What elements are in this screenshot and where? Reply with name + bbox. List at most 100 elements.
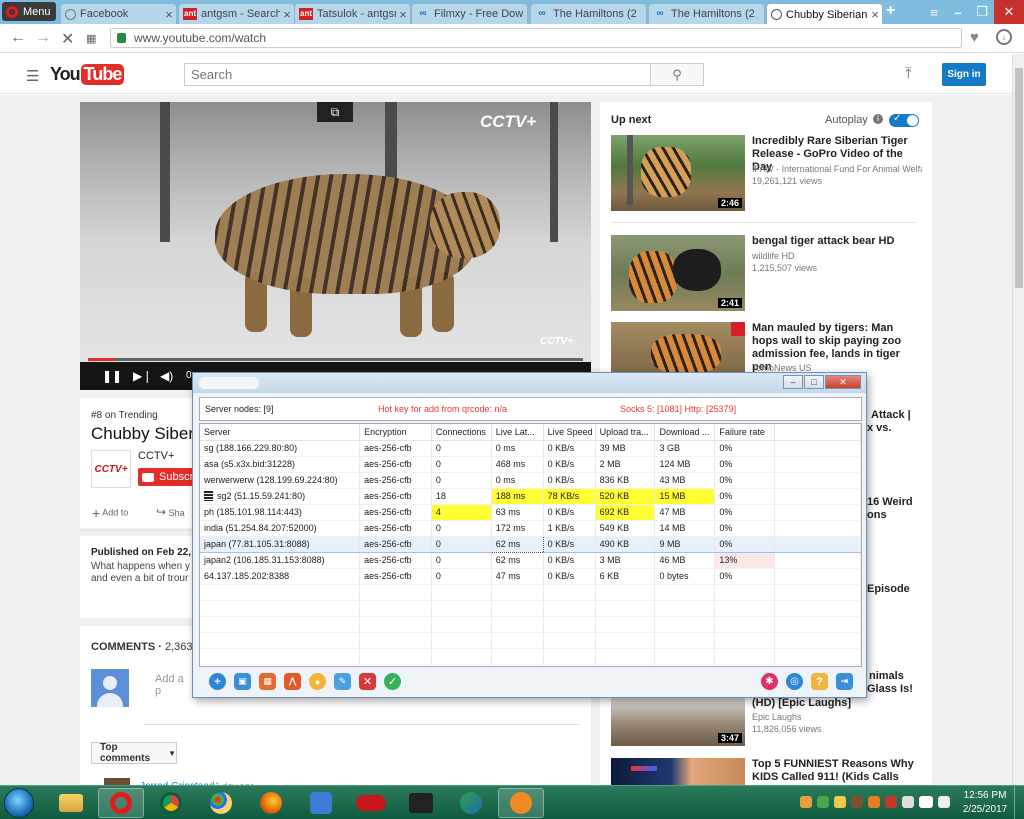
taskbar-app-firefox[interactable] xyxy=(248,788,294,818)
maximize-icon[interactable]: ❐ xyxy=(970,0,994,24)
delete-icon[interactable]: ✕ xyxy=(359,673,376,690)
autoplay-toggle[interactable]: ✓ xyxy=(889,113,919,127)
taskbar-app-terminal[interactable] xyxy=(398,788,444,818)
taskbar-app-downloader[interactable] xyxy=(448,788,494,818)
sign-in-button[interactable]: Sign in xyxy=(942,63,986,86)
opera-menu-button[interactable]: Menu xyxy=(2,2,56,21)
taskbar-app-paint[interactable] xyxy=(198,788,244,818)
tray-icon[interactable] xyxy=(800,796,812,808)
help-icon[interactable]: ? xyxy=(811,673,828,690)
volume-icon[interactable]: ◀) xyxy=(160,369,173,383)
recommended-channel[interactable]: wildlife HD xyxy=(752,251,922,261)
settings-gear-icon[interactable]: ✱ xyxy=(761,673,778,690)
start-button[interactable] xyxy=(4,788,34,818)
video-progress-bar[interactable] xyxy=(88,358,583,361)
table-row[interactable]: japan2 (106.185.31.153:8088) aes-256-cfb… xyxy=(200,552,861,569)
minimize-icon[interactable]: – xyxy=(946,0,970,24)
recommended-title[interactable]: Top 5 FUNNIEST Reasons Why KIDS Called 9… xyxy=(752,758,920,784)
grid-icon[interactable]: ▦ xyxy=(259,673,276,690)
recommended-title-clipped[interactable]: nimals xyxy=(869,670,904,682)
url-field[interactable]: www.youtube.com/watch xyxy=(110,28,962,48)
speed-dial-grid-icon[interactable]: ▦ xyxy=(86,32,96,45)
video-player[interactable]: CCTV+ CCTV+ ⧉ ❚❚ ▶❘ ◀) 0: xyxy=(80,102,591,390)
taskbar-app-chrome[interactable] xyxy=(148,788,194,818)
tab-antgsm-search[interactable]: ant antgsm - Search F × xyxy=(178,3,295,24)
tray-icon[interactable] xyxy=(868,796,880,808)
flag-icon[interactable] xyxy=(885,796,897,808)
recommended-channel[interactable]: Epic Laughs xyxy=(752,712,922,722)
recommended-title-clipped[interactable]: 16 Weird xyxy=(867,496,913,508)
globe-icon[interactable]: ◎ xyxy=(786,673,803,690)
add-server-icon[interactable]: + xyxy=(209,673,226,690)
bulb-icon[interactable]: ● xyxy=(309,673,326,690)
tray-icon[interactable] xyxy=(817,796,829,808)
signal-strength-icon[interactable] xyxy=(919,796,933,808)
tab-filmxy[interactable]: ∞ Filmxy - Free Dow xyxy=(411,3,528,24)
close-icon[interactable]: × xyxy=(162,7,176,22)
close-window-icon[interactable]: ✕ xyxy=(994,0,1024,24)
close-icon[interactable]: × xyxy=(868,7,882,22)
tab-tatsulok[interactable]: ant Tatsulok - antgsm × xyxy=(294,3,411,24)
search-input[interactable] xyxy=(184,63,651,86)
column-header-encryption[interactable]: Encryption xyxy=(359,424,432,441)
tab-hamiltons-2[interactable]: ∞ The Hamiltons (2 xyxy=(648,3,765,24)
recommended-thumbnail[interactable]: 2:41 xyxy=(611,235,745,311)
picture-in-picture-icon[interactable]: ⧉ xyxy=(317,102,353,122)
channel-avatar[interactable]: CCTV+ xyxy=(91,450,131,488)
tray-icon[interactable] xyxy=(902,796,914,808)
maximize-icon[interactable]: □ xyxy=(804,375,824,389)
qrcode-icon[interactable]: ▣ xyxy=(234,673,251,690)
table-row[interactable]: 64.137.185.202:8388 aes-256-cfb 0 47 ms … xyxy=(200,568,861,585)
tray-icon[interactable] xyxy=(851,796,863,808)
taskbar-app-opera[interactable] xyxy=(98,788,144,818)
tray-icon[interactable] xyxy=(834,796,846,808)
tab-facebook[interactable]: Facebook × xyxy=(60,3,177,24)
table-row[interactable]: india (51.254.84.207:52000) aes-256-cfb … xyxy=(200,520,861,537)
share-nodes-icon[interactable]: ⋀ xyxy=(284,673,301,690)
tab-chubby-siberian[interactable]: Chubby Siberian T × xyxy=(766,3,883,25)
hamburger-menu-icon[interactable]: ☰ xyxy=(26,67,39,85)
edit-icon[interactable]: ✎ xyxy=(334,673,351,690)
pause-icon[interactable]: ❚❚ xyxy=(102,369,122,383)
column-header-speed[interactable]: Live Speed xyxy=(543,424,596,441)
taskbar-app-proxy[interactable] xyxy=(498,788,544,818)
column-header-connections[interactable]: Connections xyxy=(431,424,492,441)
recommended-title-clipped[interactable]: ons xyxy=(867,509,887,521)
trending-badge[interactable]: #8 on Trending xyxy=(91,410,158,421)
comment-input[interactable]: Add a p xyxy=(144,672,192,698)
table-row-selected[interactable]: japan (77.81.105.31:8088) aes-256-cfb 0 … xyxy=(200,535,861,553)
show-desktop-button[interactable] xyxy=(1014,786,1024,819)
column-header-failure[interactable]: Failure rate xyxy=(714,424,776,441)
clock-time[interactable]: 12:56 PM xyxy=(960,790,1010,801)
new-tab-plus-icon[interactable]: + xyxy=(886,2,895,20)
close-icon[interactable]: × xyxy=(396,7,410,22)
forward-arrow-icon[interactable]: → xyxy=(35,29,51,47)
recommended-thumbnail[interactable]: 3:47 xyxy=(611,698,745,746)
recommended-title[interactable]: bengal tiger attack bear HD xyxy=(752,235,920,248)
scrollbar-thumb[interactable] xyxy=(1015,68,1023,288)
recommended-title[interactable]: (HD) [Epic Laughs] xyxy=(752,697,920,710)
tab-hamiltons-1[interactable]: ∞ The Hamiltons (2 xyxy=(530,3,647,24)
next-icon[interactable]: ▶❘ xyxy=(133,369,152,383)
column-header-download[interactable]: Download ... xyxy=(654,424,716,441)
close-icon[interactable]: ✕ xyxy=(825,375,861,389)
subscribe-button[interactable]: Subscri xyxy=(138,468,198,486)
table-row[interactable]: sg (188.166.229.80:80) aes-256-cfb 0 0 m… xyxy=(200,440,861,457)
column-header-latency[interactable]: Live Lat... xyxy=(491,424,544,441)
sort-comments-dropdown[interactable]: Top comments ▼ xyxy=(91,742,177,764)
minimize-icon[interactable]: – xyxy=(783,375,803,389)
recommended-title-clipped[interactable]: Attack | xyxy=(871,409,911,421)
window-titlebar[interactable]: – □ ✕ xyxy=(193,373,866,393)
add-to-button[interactable]: + Add to xyxy=(92,505,128,521)
download-icon[interactable]: ↓ xyxy=(996,29,1012,45)
heart-icon[interactable]: ♥ xyxy=(970,29,979,46)
close-icon[interactable]: × xyxy=(280,7,294,22)
column-header-server[interactable]: Server xyxy=(200,424,361,441)
recommended-thumbnail[interactable] xyxy=(611,758,745,785)
share-button[interactable]: ↪ Sha xyxy=(156,505,185,519)
column-header-upload[interactable]: Upload tra... xyxy=(595,424,656,441)
taskbar-app-media[interactable] xyxy=(348,788,394,818)
exit-icon[interactable]: ⇥ xyxy=(836,673,853,690)
table-row[interactable]: ph (185.101.98.114:443) aes-256-cfb 4 63… xyxy=(200,504,861,521)
back-arrow-icon[interactable]: ← xyxy=(10,29,26,47)
